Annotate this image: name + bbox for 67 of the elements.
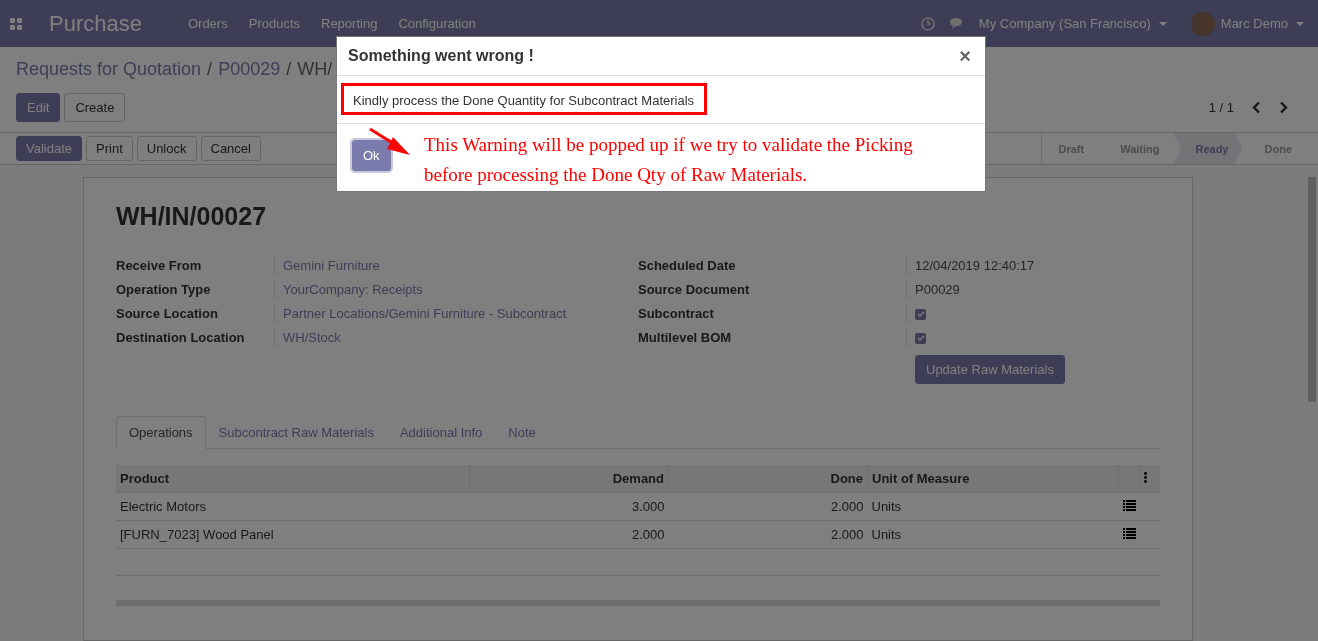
table-cell: Units <box>871 499 902 514</box>
menu-item[interactable]: Products <box>248 16 300 31</box>
column-header[interactable]: Product <box>120 471 170 486</box>
field-link[interactable]: YourCompany: Receipts <box>275 281 638 299</box>
table-cell: [FURN_7023] Wood Panel <box>120 527 274 542</box>
user-menu[interactable]: Marc Demo <box>1220 16 1304 31</box>
pager-counter: 1 / 1 <box>1208 100 1234 115</box>
checkbox[interactable] <box>915 308 926 320</box>
breadcrumb[interactable]: P00029 <box>218 59 281 83</box>
field-label: Source Document <box>638 281 907 299</box>
next-icon[interactable] <box>1279 101 1288 114</box>
tab[interactable]: Additional Info <box>386 416 496 449</box>
breadcrumb-separator: / <box>207 59 213 81</box>
field-label: Multilevel BOM <box>638 329 907 347</box>
menu-item[interactable]: Reporting <box>321 16 378 31</box>
table-cell: 2.000 <box>830 527 864 542</box>
update-raw-materials-button[interactable]: Update Raw Materials <box>915 355 1065 384</box>
action-button[interactable]: Unlock <box>136 136 197 161</box>
tab[interactable]: Note <box>495 416 549 449</box>
close-button[interactable]: × <box>955 44 975 68</box>
field-label: Subcontract <box>638 305 907 323</box>
clock-icon[interactable] <box>920 16 935 31</box>
field-link[interactable]: Gemini Furniture <box>275 257 638 275</box>
dialog-title: Something went wrong ! <box>348 47 534 65</box>
field-value: 12/04/2019 12:40:17 <box>914 257 1036 275</box>
breadcrumb[interactable]: Requests for Quotation <box>16 59 202 83</box>
column-header[interactable]: Demand <box>612 471 664 486</box>
tab[interactable]: Subcontract Raw Materials <box>205 416 387 449</box>
tab[interactable]: Operations <box>116 416 206 449</box>
checkbox[interactable] <box>915 332 926 344</box>
create-button[interactable]: Create <box>64 93 126 122</box>
list-icon[interactable] <box>1122 528 1136 539</box>
company-switcher[interactable]: My Company (San Francisco) <box>978 16 1167 31</box>
edit-button[interactable]: Edit <box>16 93 61 122</box>
field-link[interactable]: Partner Locations/Gemini Furniture - Subcontract <box>275 305 638 323</box>
field-label: Operation Type <box>116 281 275 299</box>
field-label: Source Location <box>116 305 275 323</box>
table-cell: 3.000 <box>631 499 665 514</box>
app-title: Purchase <box>49 10 142 37</box>
field-label: Receive From <box>116 257 275 275</box>
scrollbar[interactable] <box>1308 177 1316 402</box>
ok-button[interactable]: Ok <box>352 140 391 171</box>
avatar <box>1190 11 1215 36</box>
record-title: WH/IN/00027 <box>116 202 268 231</box>
breadcrumb[interactable]: WH/ <box>297 59 333 83</box>
field-value: P00029 <box>914 281 961 299</box>
table-cell: Electric Motors <box>120 499 206 514</box>
action-button[interactable]: Cancel <box>200 136 261 161</box>
annotation-text: This Warning will be popped up if we try to validate the Picking before processing the Done Qty of Raw Materials. <box>424 133 913 187</box>
previous-icon[interactable] <box>1252 101 1261 114</box>
action-button[interactable]: Print <box>86 136 133 161</box>
field-label: Scheduled Date <box>638 257 907 275</box>
field-link[interactable]: WH/Stock <box>275 329 638 347</box>
menu-item[interactable]: Orders <box>187 16 228 31</box>
breadcrumb-separator: / <box>286 59 292 81</box>
apps-grid-icon[interactable] <box>10 17 22 30</box>
field-label: Destination Location <box>116 329 275 347</box>
table-cell: 2.000 <box>631 527 665 542</box>
error-message: Kindly process the Done Quantity for Subcontract Materials <box>341 83 708 115</box>
table-cell: 2.000 <box>830 499 864 514</box>
table-cell: Units <box>871 527 902 542</box>
menu-item[interactable]: Configuration <box>398 16 476 31</box>
action-button[interactable]: Validate <box>16 136 82 161</box>
kebab-icon[interactable] <box>1144 472 1147 483</box>
list-icon[interactable] <box>1122 500 1136 511</box>
column-header[interactable]: Done <box>830 471 863 486</box>
chat-icon[interactable] <box>948 16 965 31</box>
